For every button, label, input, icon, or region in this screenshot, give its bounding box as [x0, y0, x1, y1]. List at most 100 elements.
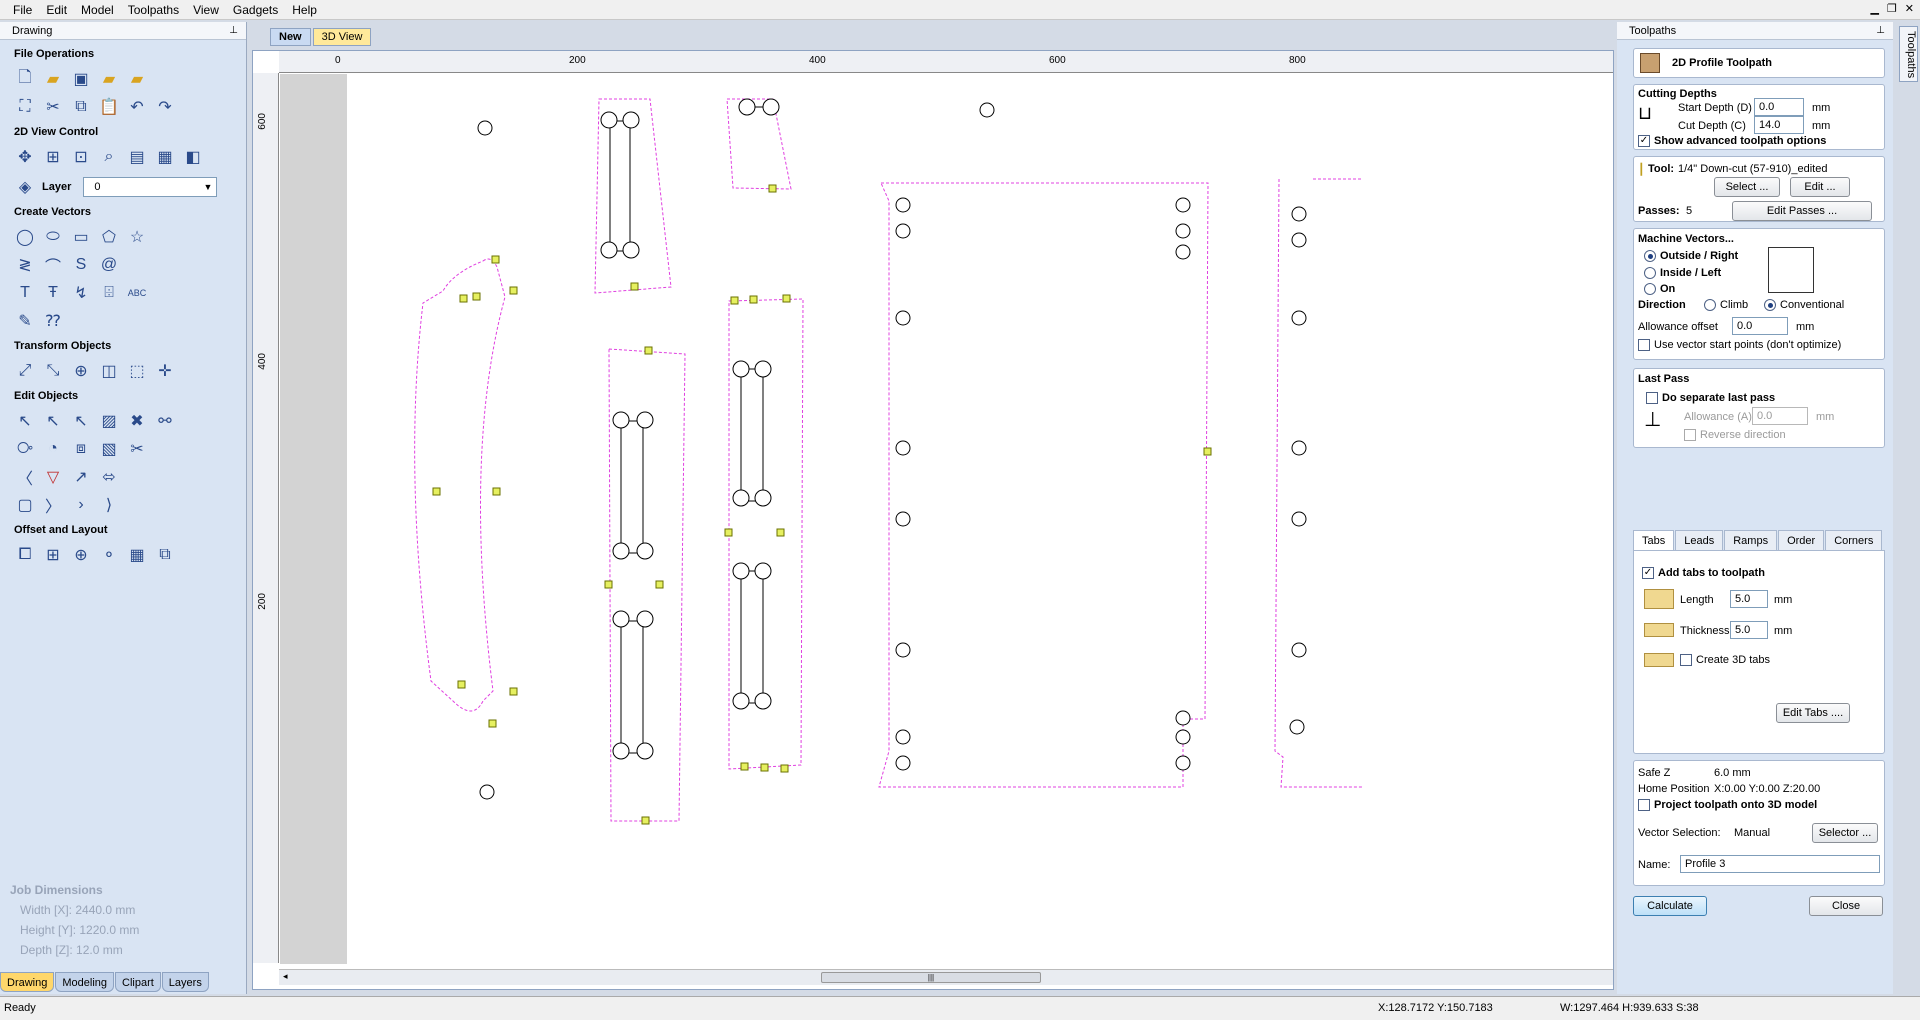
menu-model[interactable]: Model [74, 3, 121, 17]
move-icon[interactable]: ⤢ [14, 360, 36, 382]
circle-icon[interactable]: ◯ [14, 226, 36, 248]
text-frame-icon[interactable]: Ŧ [42, 282, 64, 304]
ungroup-icon[interactable]: ▧ [98, 438, 120, 460]
ellipse-icon[interactable]: ⬭ [42, 226, 64, 248]
tbone-icon[interactable]: ⟩ [98, 494, 120, 516]
view-grid-icon[interactable]: ▦ [154, 146, 176, 168]
mirror-icon[interactable]: ◫ [98, 360, 120, 382]
start-depth-input[interactable]: 0.0 [1754, 98, 1804, 116]
add-tabs-checkbox[interactable]: ✓ [1642, 567, 1654, 579]
toolpath-name-input[interactable]: Profile 3 [1680, 855, 1880, 873]
separate-last-pass-checkbox[interactable] [1646, 392, 1658, 404]
subtract-icon[interactable]: ◔ [42, 438, 64, 460]
job-setup-icon[interactable]: ⛶ [14, 96, 36, 118]
offset-icon[interactable]: ⧠ [14, 544, 36, 566]
circular-array-icon[interactable]: ⊕ [70, 544, 92, 566]
node-edit-icon[interactable]: ↖ [42, 410, 64, 432]
edit-passes-button[interactable]: Edit Passes ... [1732, 201, 1872, 221]
edit-tabs-button[interactable]: Edit Tabs .... [1776, 703, 1850, 723]
scissors-icon[interactable]: ✂ [126, 438, 148, 460]
tab-thickness-input[interactable]: 5.0 [1730, 621, 1768, 639]
on-radio[interactable] [1644, 283, 1656, 295]
text-spacing-icon[interactable]: ABC [126, 282, 148, 304]
allowance-offset-input[interactable]: 0.0 [1732, 317, 1788, 335]
rectangle-icon[interactable]: ▭ [70, 226, 92, 248]
reverse-direction-checkbox[interactable] [1684, 429, 1696, 441]
cut-icon[interactable]: ✂ [42, 96, 64, 118]
polyline-icon[interactable]: ≷ [14, 254, 36, 276]
copy-along-icon[interactable]: ⚬ [98, 544, 120, 566]
array-copy-icon[interactable]: ⊞ [42, 544, 64, 566]
scale-icon[interactable]: ⤡ [42, 360, 64, 382]
dogbone-icon[interactable]: › [70, 494, 92, 516]
advanced-options-checkbox[interactable]: ✓ [1638, 135, 1650, 147]
zoom-extents-icon[interactable]: ⊞ [42, 146, 64, 168]
tab-3d-view[interactable]: 3D View [312, 28, 372, 46]
extend-icon[interactable]: ▽ [42, 466, 64, 488]
select-tool-button[interactable]: Select ... [1714, 177, 1780, 197]
spiral-icon[interactable]: @ [98, 254, 120, 276]
climb-radio[interactable] [1704, 299, 1716, 311]
drawing-vectors[interactable] [253, 51, 1613, 969]
menu-view[interactable]: View [186, 3, 226, 17]
center-icon[interactable]: ✛ [154, 360, 176, 382]
menu-edit[interactable]: Edit [39, 3, 74, 17]
close-vector-icon[interactable]: ⬄ [98, 466, 120, 488]
pin-icon[interactable]: ⊥ [229, 22, 238, 40]
layer-select[interactable]: 0 ▼ [83, 177, 218, 197]
vector-start-points-checkbox[interactable] [1638, 339, 1650, 351]
view-sheet-icon[interactable]: ▤ [126, 146, 148, 168]
join-icon[interactable]: ↗ [70, 466, 92, 488]
copy-icon[interactable]: ⧉ [70, 96, 92, 118]
close-button[interactable]: Close [1809, 896, 1883, 916]
dimension-icon[interactable]: ⁇ [42, 310, 64, 332]
nest-icon[interactable]: ▦ [126, 544, 148, 566]
tab-tabs[interactable]: Tabs [1633, 530, 1675, 551]
zoom-icon[interactable]: ⌕ [98, 146, 120, 168]
redo-icon[interactable]: ↷ [154, 96, 176, 118]
import-icon[interactable]: ▰ [98, 68, 120, 90]
inside-radio[interactable] [1644, 267, 1656, 279]
weld-icon[interactable]: ⧂ [14, 438, 36, 460]
menu-file[interactable]: File [6, 3, 39, 17]
edit-tool-button[interactable]: Edit ... [1790, 177, 1850, 197]
smooth-icon[interactable]: ▢ [14, 494, 36, 516]
view-panel-icon[interactable]: ◧ [182, 146, 204, 168]
align-icon[interactable]: ⊕ [70, 360, 92, 382]
create-3d-tabs-checkbox[interactable] [1680, 654, 1692, 666]
tab-clipart[interactable]: Clipart [115, 972, 161, 992]
measure-icon[interactable]: ⚯ [154, 410, 176, 432]
tab-drawing[interactable]: Drawing [0, 972, 55, 992]
outside-radio[interactable] [1644, 250, 1656, 262]
text-icon[interactable]: T [14, 282, 36, 304]
scrollbar-thumb[interactable]: ||| [821, 972, 1041, 983]
tab-ramps[interactable]: Ramps [1724, 530, 1778, 551]
tab-new[interactable]: New [270, 28, 311, 46]
polygon-icon[interactable]: ⬠ [98, 226, 120, 248]
draw-tool-icon[interactable]: ✎ [14, 310, 36, 332]
menu-gadgets[interactable]: Gadgets [226, 3, 285, 17]
distort-icon[interactable]: ⬚ [126, 360, 148, 382]
tab-modeling[interactable]: Modeling [55, 972, 114, 992]
menu-toolpaths[interactable]: Toolpaths [121, 3, 186, 17]
paste-icon[interactable]: 📋 [98, 96, 120, 118]
text-on-curve-icon[interactable]: ↯ [70, 282, 92, 304]
star-icon[interactable]: ☆ [126, 226, 148, 248]
arc-icon[interactable]: ⌒ [42, 254, 64, 276]
auto-layout-icon[interactable]: ⧉ [154, 544, 176, 566]
restore-icon[interactable]: ❐ [1887, 2, 1897, 15]
interactive-icon[interactable]: ▨ [98, 410, 120, 432]
group-icon[interactable]: ⧈ [70, 438, 92, 460]
pan-icon[interactable]: ✥ [14, 146, 36, 168]
open-file-icon[interactable]: ▰ [42, 68, 64, 90]
transform-select-icon[interactable]: ↖ [70, 410, 92, 432]
undo-icon[interactable]: ↶ [126, 96, 148, 118]
save-icon[interactable]: ▣ [70, 68, 92, 90]
tab-corners[interactable]: Corners [1825, 530, 1883, 551]
tab-leads[interactable]: Leads [1675, 530, 1724, 551]
selector-button[interactable]: Selector ... [1812, 823, 1878, 843]
curve-icon[interactable]: S [70, 254, 92, 276]
auto-text-icon[interactable]: ⌹ [98, 282, 120, 304]
pin-icon[interactable]: ⊥ [1876, 22, 1885, 40]
conventional-radio[interactable] [1764, 299, 1776, 311]
